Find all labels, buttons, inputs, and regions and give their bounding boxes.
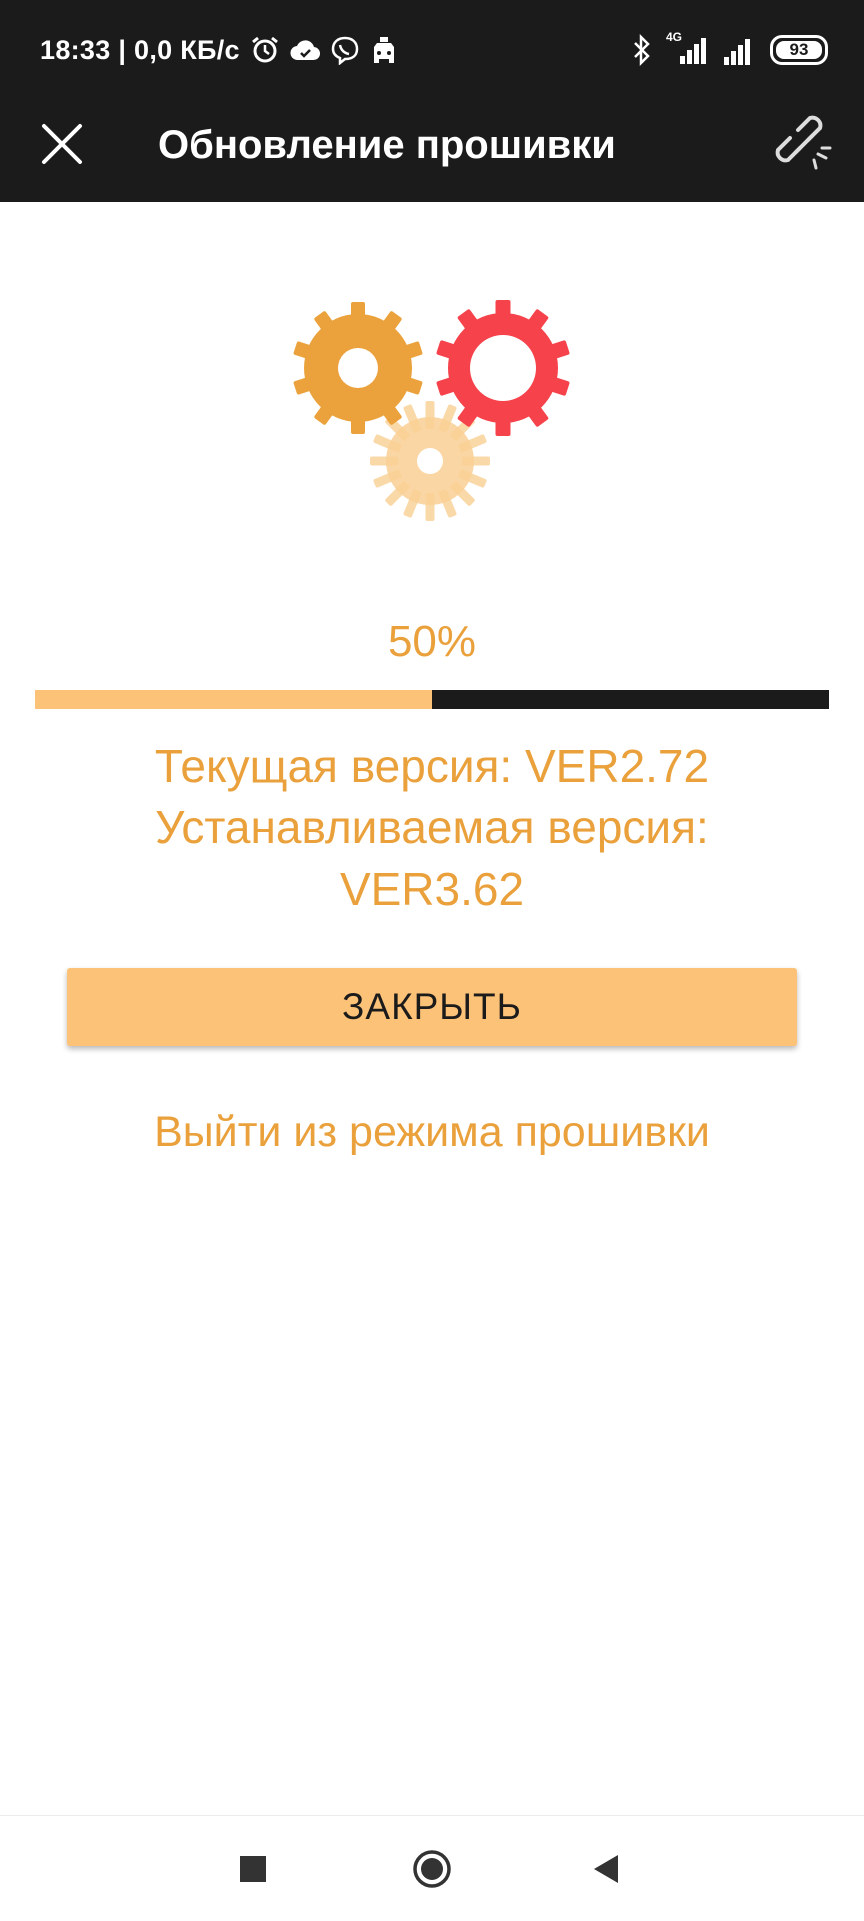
status-bar-left: 18:33 | 0,0 КБ/с	[40, 30, 398, 70]
bluetooth-icon	[634, 34, 650, 66]
progress-bar-fill	[35, 690, 432, 709]
back-triangle-icon[interactable]	[584, 1846, 630, 1892]
broken-link-icon[interactable]	[774, 114, 834, 174]
gears-illustration	[293, 300, 570, 521]
red-gear	[436, 300, 570, 436]
home-circle-icon[interactable]	[409, 1846, 455, 1892]
recents-square-icon[interactable]	[230, 1846, 276, 1892]
current-version: Текущая версия: VER2.72	[154, 740, 710, 792]
progress-bar	[35, 690, 829, 709]
status-bar: 18:33 | 0,0 КБ/с 4G 93	[0, 0, 864, 100]
battery-icon: 93	[770, 35, 828, 65]
target-version: Устанавливаемая версия: VER3.62	[0, 796, 864, 920]
close-button[interactable]: ЗАКРЫТЬ	[67, 968, 797, 1046]
viber-icon	[331, 36, 359, 65]
app-toolbar: Обновление прошивки	[0, 100, 864, 202]
progress-percent: 50%	[387, 617, 477, 666]
orange-gear	[293, 302, 423, 434]
status-bar-right: 4G 93	[632, 30, 828, 70]
signal-4g-icon: 4G	[666, 30, 710, 66]
exit-firmware-mode-link[interactable]: Выйти из режима прошивки	[0, 1108, 864, 1157]
taxi-icon	[373, 37, 394, 63]
target-version-text: Устанавливаемая версия: VER3.62	[155, 801, 709, 915]
battery-level: 93	[789, 40, 809, 59]
close-icon[interactable]	[38, 120, 86, 168]
signal-icon	[724, 39, 750, 65]
status-time: 18:33 | 0,0 КБ/с	[40, 34, 240, 65]
page-title: Обновление прошивки	[158, 123, 616, 167]
navigation-bar	[0, 1815, 864, 1921]
alarm-icon	[251, 36, 278, 63]
cloud-icon	[290, 40, 320, 61]
